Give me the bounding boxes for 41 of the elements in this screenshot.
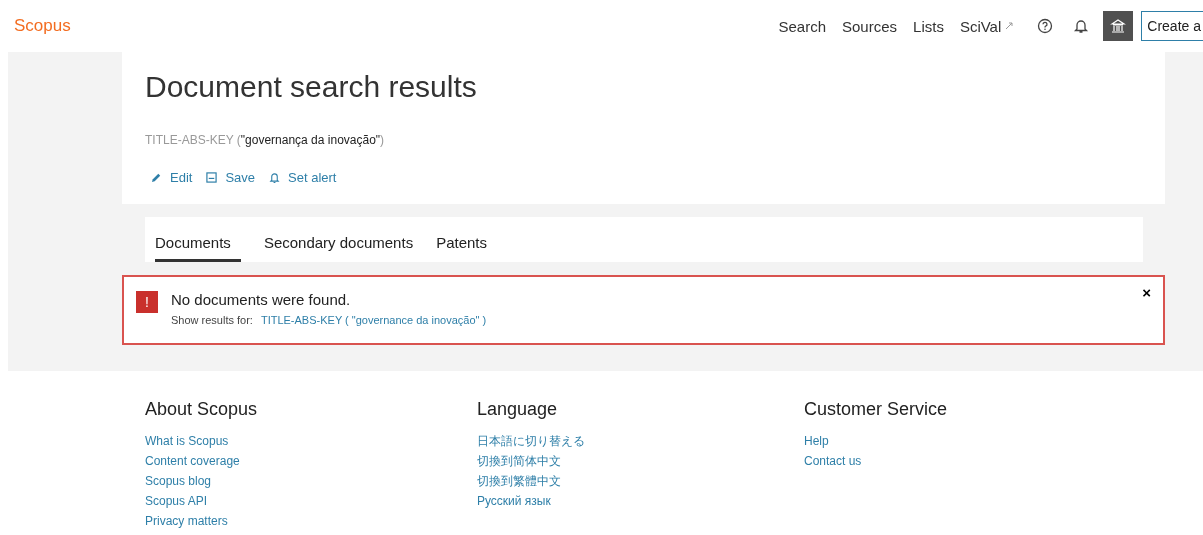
footer-link[interactable]: 切換到繁體中文 (477, 474, 561, 488)
save-link[interactable]: Save (206, 170, 256, 185)
footer-link[interactable]: Contact us (804, 454, 862, 468)
error-badge: ! (136, 291, 158, 313)
alert-message: No documents were found. (171, 291, 352, 308)
footer-link[interactable]: 切換到简体中文 (477, 454, 561, 468)
page-title: Document search results (145, 70, 478, 104)
tab[interactable]: Secondary documents (263, 234, 414, 262)
create-account-button[interactable]: Create a (1141, 11, 1203, 41)
save-icon (206, 172, 218, 183)
edit-link[interactable]: Edit (151, 170, 193, 185)
footer-heading: Customer Service (804, 398, 948, 420)
footer-heading: Language (477, 398, 558, 420)
footer-link[interactable]: Privacy matters (145, 514, 228, 528)
external-link-icon (1005, 22, 1014, 30)
institution-icon (1110, 18, 1127, 34)
nav-link[interactable]: Search (778, 17, 826, 35)
suggested-query-link[interactable]: TITLE-ABS-KEY ( "governance da inovação" ) (260, 314, 487, 326)
institution-button[interactable] (1103, 11, 1134, 41)
alert-hint: Show results for: (171, 314, 253, 326)
footer-heading: About Scopus (145, 398, 258, 420)
footer-link[interactable]: Scopus blog (145, 474, 212, 488)
bell-icon (269, 172, 281, 183)
tab[interactable]: Documents (155, 234, 241, 262)
pencil-icon (151, 172, 162, 183)
nav-link[interactable]: SciVal (959, 17, 1014, 35)
footer-link[interactable]: Scopus API (145, 494, 208, 508)
help-icon[interactable] (1037, 18, 1054, 34)
footer-link[interactable]: What is Scopus (145, 434, 229, 448)
tab[interactable]: Patents (436, 234, 487, 262)
footer-link[interactable]: Help (804, 434, 829, 448)
notification-bell-icon[interactable] (1073, 18, 1090, 34)
footer-link[interactable]: 日本語に切り替える (477, 434, 585, 448)
search-query: TITLE-ABS-KEY ("governança da inovação") (145, 133, 386, 147)
footer-link[interactable]: Content coverage (145, 454, 240, 468)
nav-link[interactable]: Lists (913, 17, 944, 35)
alert-link[interactable]: Set alert (269, 170, 337, 185)
nav-link[interactable]: Sources (842, 17, 898, 35)
scopus-logo[interactable]: Scopus (14, 16, 779, 36)
close-button[interactable]: × (1142, 285, 1151, 300)
footer-link[interactable]: Русский язык (477, 494, 551, 508)
